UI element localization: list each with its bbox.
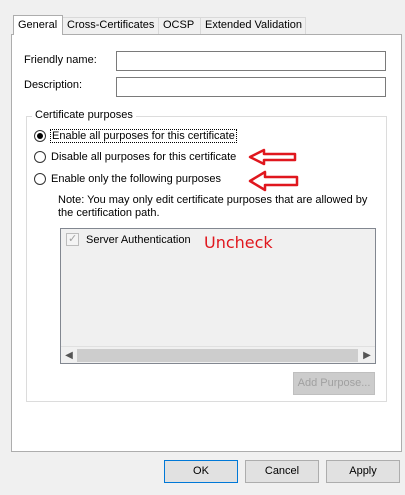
- add-purpose-button[interactable]: Add Purpose...: [293, 372, 375, 395]
- purposes-note: Note: You may only edit certificate purp…: [58, 194, 368, 219]
- apply-button[interactable]: Apply: [326, 460, 400, 483]
- radio-enable-all-label: Enable all purposes for this certificate: [50, 129, 237, 143]
- tab-general[interactable]: General: [13, 15, 63, 35]
- scroll-right-icon[interactable]: ▶: [359, 348, 375, 363]
- tab-general-label: General: [18, 19, 58, 31]
- horizontal-scrollbar[interactable]: ◀ ▶: [61, 346, 375, 363]
- description-label: Description:: [24, 79, 83, 91]
- radio-enable-following[interactable]: Enable only the following purposes: [34, 173, 221, 185]
- radio-disable-all-label: Disable all purposes for this certificat…: [51, 151, 237, 163]
- certificate-properties-dialog: General Cross-Certificates OCSP Extended…: [0, 0, 405, 495]
- radio-disable-all-dot: [34, 151, 46, 163]
- radio-enable-following-dot: [34, 173, 46, 185]
- check-icon: ✓: [68, 233, 78, 245]
- radio-enable-all[interactable]: Enable all purposes for this certificate: [34, 129, 237, 143]
- list-item-label: Server Authentication: [86, 233, 191, 246]
- tab-cross-certificates-label: Cross-Certificates: [67, 19, 155, 31]
- friendly-name-field[interactable]: [116, 51, 386, 71]
- tab-ocsp-label: OCSP: [163, 19, 195, 31]
- radio-enable-all-dot: [34, 130, 46, 142]
- description-field[interactable]: [116, 77, 386, 97]
- cancel-button[interactable]: Cancel: [245, 460, 319, 483]
- red-arrow-icon: [248, 148, 297, 166]
- tab-cross-certificates[interactable]: Cross-Certificates: [62, 17, 159, 35]
- scroll-thumb[interactable]: [77, 349, 358, 362]
- scroll-left-icon[interactable]: ◀: [61, 348, 77, 363]
- uncheck-annotation: Uncheck: [204, 233, 273, 252]
- friendly-name-label: Friendly name:: [24, 54, 97, 66]
- radio-enable-following-label: Enable only the following purposes: [51, 173, 222, 185]
- tab-extended-validation[interactable]: Extended Validation: [200, 17, 306, 35]
- radio-disable-all[interactable]: Disable all purposes for this certificat…: [34, 151, 236, 163]
- ok-button[interactable]: OK: [164, 460, 238, 483]
- red-arrow-icon: [248, 170, 299, 192]
- tab-ocsp[interactable]: OCSP: [158, 17, 201, 35]
- server-authentication-checkbox[interactable]: ✓: [66, 233, 79, 246]
- list-item[interactable]: ✓ Server Authentication: [66, 233, 191, 246]
- tab-extended-validation-label: Extended Validation: [205, 19, 303, 31]
- certificate-purposes-title: Certificate purposes: [32, 109, 136, 121]
